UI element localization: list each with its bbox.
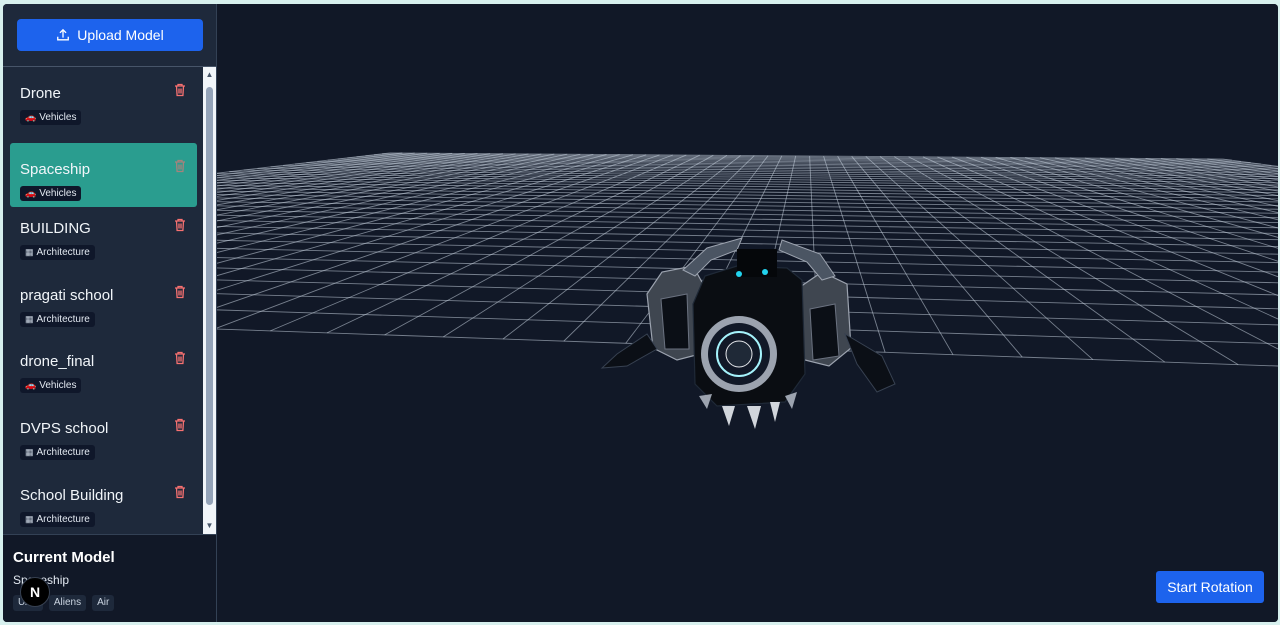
tag: Air	[92, 595, 115, 611]
tag: Aliens	[48, 595, 87, 611]
model-name: DVPS school	[20, 420, 109, 437]
model-list: Drone 🚗 Vehicles Spaceship 🚗 Vehicles BUIL…	[3, 67, 203, 534]
avatar[interactable]: N	[20, 577, 50, 607]
model-item-spaceship[interactable]: Spaceship 🚗 Vehicles	[10, 143, 197, 207]
upload-model-button[interactable]: Upload Model	[17, 19, 203, 51]
category-badge: 🚗 Vehicles	[20, 378, 82, 393]
model-item-pragati-school[interactable]: pragati school ▦ Architecture	[10, 269, 197, 333]
model-item-drone[interactable]: Drone 🚗 Vehicles	[10, 67, 197, 131]
car-icon: 🚗	[25, 380, 37, 390]
current-model-panel: Current Model Spaceship UAV Aliens Air N	[3, 534, 216, 622]
building-icon: ▦	[25, 247, 34, 257]
app-window: Upload Model Drone 🚗 Vehicles Spaceship 🚗…	[3, 4, 1278, 622]
model-name: pragati school	[20, 287, 114, 304]
scroll-thumb[interactable]	[206, 87, 213, 505]
delete-icon[interactable]	[174, 485, 186, 499]
ground-grid	[217, 152, 1278, 429]
category-badge: 🚗 Vehicles	[20, 186, 82, 201]
start-rotation-button[interactable]: Start Rotation	[1156, 571, 1264, 603]
3d-viewport[interactable]: Start Rotation	[217, 4, 1278, 622]
model-name: Spaceship	[20, 161, 91, 178]
model-name: BUILDING	[20, 220, 91, 237]
delete-icon[interactable]	[174, 83, 186, 97]
current-model-title: Current Model	[13, 549, 115, 566]
car-icon: 🚗	[25, 112, 37, 122]
category-badge: 🚗 Vehicles	[20, 110, 82, 125]
model-sidebar: Upload Model Drone 🚗 Vehicles Spaceship 🚗…	[3, 4, 217, 622]
scroll-up-arrow-icon[interactable]: ▲	[203, 69, 216, 81]
category-badge: ▦ Architecture	[20, 512, 95, 527]
scroll-down-arrow-icon[interactable]: ▼	[203, 520, 216, 532]
model-item-dvps-school[interactable]: DVPS school ▦ Architecture	[10, 402, 197, 466]
car-icon: 🚗	[25, 188, 37, 198]
model-item-building[interactable]: BUILDING ▦ Architecture	[10, 202, 197, 266]
upload-model-label: Upload Model	[77, 27, 164, 43]
model-name: Drone	[20, 85, 61, 102]
building-icon: ▦	[25, 514, 34, 524]
building-icon: ▦	[25, 447, 34, 457]
spaceship-model	[600, 237, 896, 429]
model-name: School Building	[20, 487, 124, 504]
model-item-drone-final[interactable]: drone_final 🚗 Vehicles	[10, 335, 197, 399]
delete-icon[interactable]	[174, 351, 186, 365]
category-badge: ▦ Architecture	[20, 245, 95, 260]
upload-icon	[57, 28, 70, 41]
upload-section: Upload Model	[3, 4, 216, 67]
delete-icon[interactable]	[174, 418, 186, 432]
model-list-scrollbar[interactable]: ▲ ▼	[203, 67, 216, 534]
delete-icon[interactable]	[174, 159, 186, 173]
model-item-school-building[interactable]: School Building ▦ Architecture	[10, 469, 197, 533]
delete-icon[interactable]	[174, 285, 186, 299]
building-icon: ▦	[25, 314, 34, 324]
model-name: drone_final	[20, 353, 95, 370]
category-badge: ▦ Architecture	[20, 312, 95, 327]
delete-icon[interactable]	[174, 218, 186, 232]
category-badge: ▦ Architecture	[20, 445, 95, 460]
